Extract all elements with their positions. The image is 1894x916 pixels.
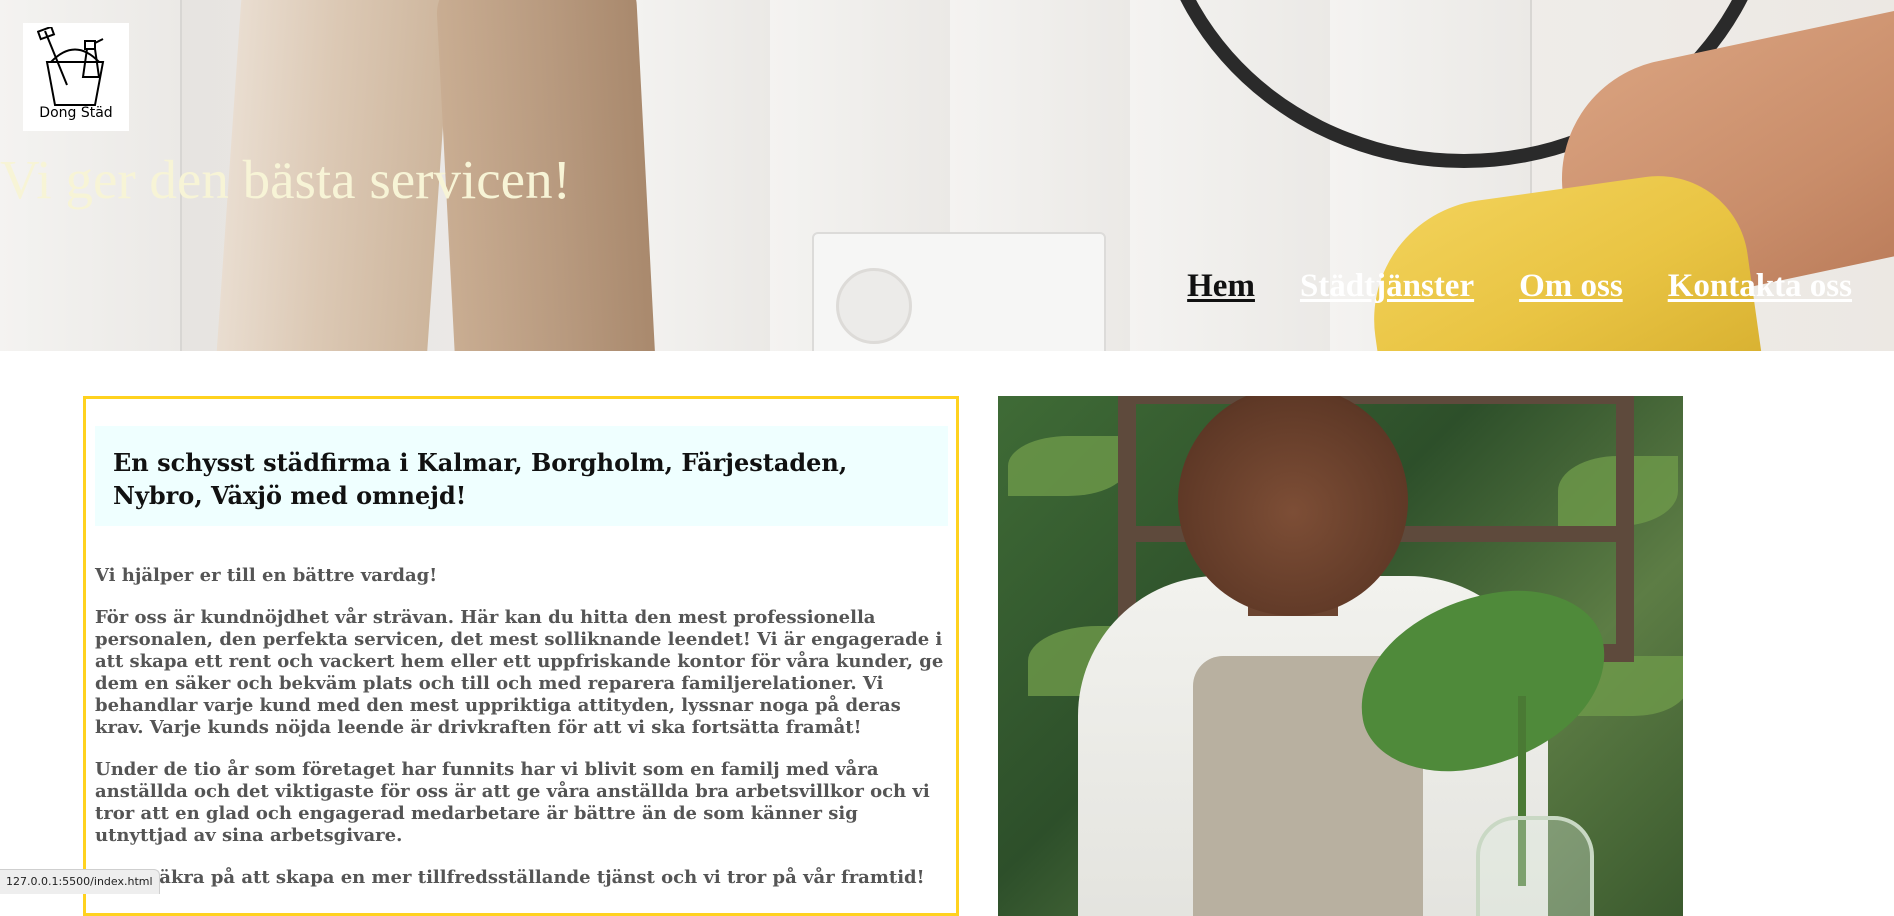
body-text: Vi hjälper er till en bättre vardag! För…: [95, 565, 955, 909]
status-bar-url: 127.0.0.1:5500/index.html: [0, 869, 160, 894]
nav-link-hem[interactable]: Hem: [1187, 268, 1255, 305]
nav-link-kontakta-oss[interactable]: Kontakta oss: [1668, 268, 1852, 305]
callout-box: En schysst städfirma i Kalmar, Borgholm,…: [95, 426, 948, 526]
head-image: [1178, 396, 1408, 616]
logo[interactable]: Dong Städ: [23, 23, 129, 131]
intro-paragraph: Vi hjälper er till en bättre vardag!: [95, 565, 438, 586]
cleaning-bucket-icon: [37, 27, 105, 106]
nav-link-om-oss[interactable]: Om oss: [1519, 268, 1623, 305]
body-paragraph: För oss är kundnöjdhet vår strävan. Här …: [95, 607, 944, 738]
woman-with-plant-photo: [998, 396, 1683, 916]
body-paragraph: Under de tio år som företaget har funnit…: [95, 759, 930, 846]
socket-outlet-image: [836, 268, 912, 344]
main-nav: Hem Städtjänster Om oss Kontakta oss: [1187, 268, 1852, 305]
nav-link-stadtjanster[interactable]: Städtjänster: [1300, 268, 1474, 305]
callout-heading: En schysst städfirma i Kalmar, Borgholm,…: [113, 448, 848, 510]
hero-banner: Dong Städ Vi ger den bästa servicen! Hem…: [0, 0, 1894, 351]
hero-title: Vi ger den bästa servicen!: [0, 149, 571, 210]
logo-text: Dong Städ: [39, 105, 113, 121]
glass-jar-image: [1476, 816, 1594, 916]
body-paragraph: Vi är säkra på att skapa en mer tillfred…: [95, 867, 925, 888]
leaf-shape: [1008, 436, 1128, 496]
